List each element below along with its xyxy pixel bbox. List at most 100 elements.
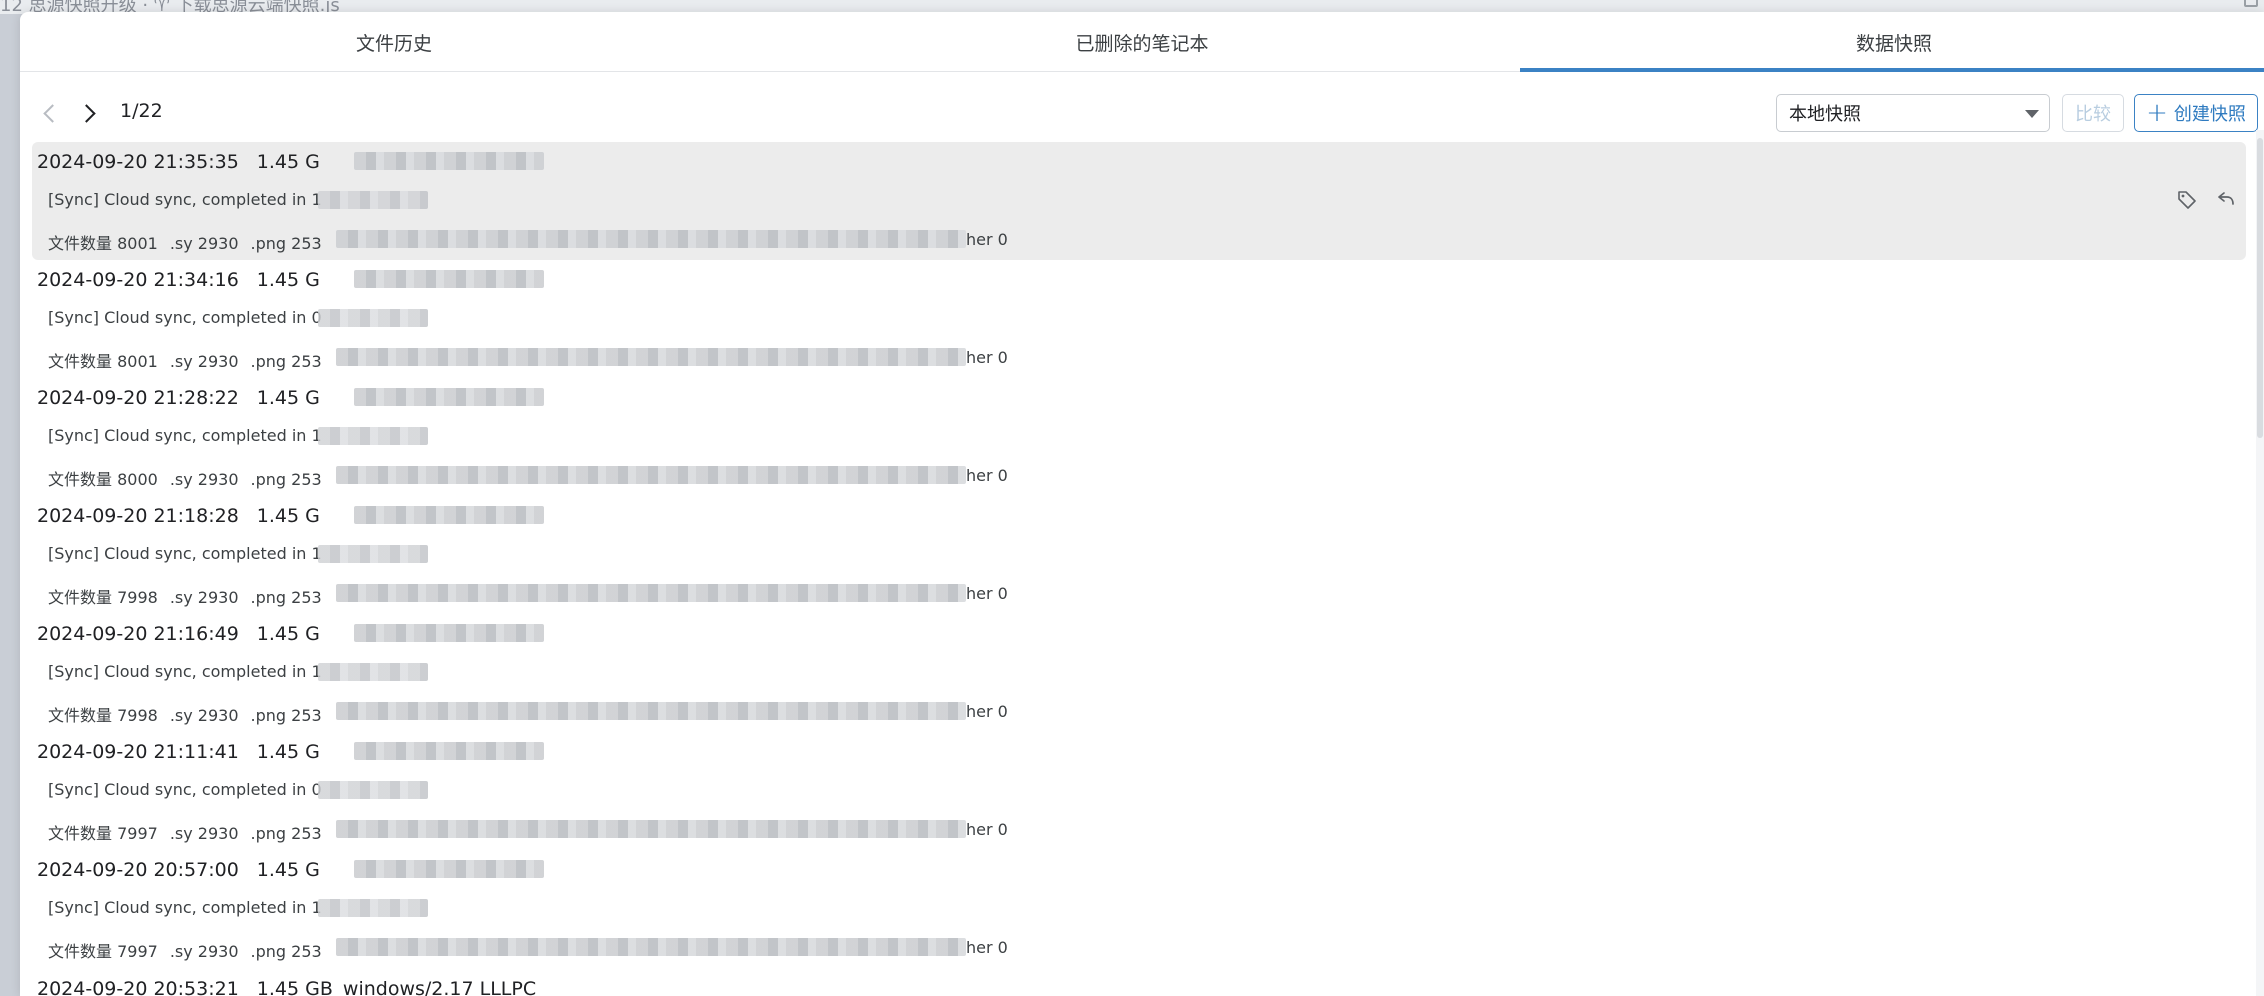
sy-count: .sy 2930 (169, 706, 239, 725)
redacted-duration (318, 545, 428, 563)
png-count: .png 253 (250, 706, 322, 725)
snapshot-size: 1.45 G (256, 151, 320, 173)
snapshot-memo: windows/2.17 LLLPC (342, 978, 537, 996)
redacted-memo (354, 152, 544, 170)
snapshot-size: 1.45 G (256, 623, 320, 645)
redacted-memo (354, 860, 544, 878)
file-count: 文件数量 7998 (48, 588, 158, 607)
redacted-stats (336, 584, 966, 602)
snapshot-sync-message: [Sync] Cloud sync, completed in 1 (48, 898, 322, 917)
other-count: her 0 (966, 938, 1008, 957)
compare-button[interactable]: 比较 (2062, 94, 2124, 132)
sy-count: .sy 2930 (169, 234, 239, 253)
sy-count: .sy 2930 (169, 588, 239, 607)
redacted-memo (354, 388, 544, 406)
snapshot-stats: 文件数量 8000 .sy 2930 .png 253 (48, 466, 334, 490)
snapshot-entry-partial[interactable]: 2024-09-20 20:53:21 1.45 GB windows/2.17 L… (37, 978, 536, 996)
snapshot-entry[interactable]: 2024-09-20 21:11:41 1.45 G [Sync] Cloud s… (32, 732, 2246, 850)
next-page-button[interactable] (74, 98, 104, 128)
snapshot-entry[interactable]: 2024-09-20 21:16:49 1.45 G [Sync] Cloud s… (32, 614, 2246, 732)
snapshot-actions (2176, 188, 2236, 210)
sy-count: .sy 2930 (169, 942, 239, 961)
page-indicator: 1/22 (120, 100, 163, 122)
other-count: her 0 (966, 230, 1008, 249)
other-count: her 0 (966, 820, 1008, 839)
rollback-icon[interactable] (2214, 188, 2236, 210)
snapshot-entry[interactable]: 2024-09-20 21:35:35 1.45 G [Sync] Cloud s… (32, 142, 2246, 260)
other-count: her 0 (966, 466, 1008, 485)
snapshot-header: 2024-09-20 21:11:41 1.45 G (37, 741, 320, 763)
redacted-duration (318, 309, 428, 327)
tab-file-history[interactable]: 文件历史 (20, 12, 768, 72)
repo-select[interactable]: 本地快照 (1776, 94, 2050, 132)
snapshot-header: 2024-09-20 21:16:49 1.45 G (37, 623, 320, 645)
snapshot-time: 2024-09-20 21:11:41 (37, 741, 239, 763)
redacted-memo (354, 742, 544, 760)
snapshot-time: 2024-09-20 20:53:21 (37, 978, 239, 996)
redacted-duration (318, 899, 428, 917)
redacted-stats (336, 820, 966, 838)
list-scrollbar[interactable] (2256, 130, 2264, 996)
other-count: her 0 (966, 702, 1008, 721)
redacted-stats (336, 702, 966, 720)
snapshot-entry[interactable]: 2024-09-20 20:57:00 1.45 G [Sync] Cloud s… (32, 850, 2246, 968)
snapshot-stats: 文件数量 7998 .sy 2930 .png 253 (48, 584, 334, 608)
redacted-duration (318, 191, 428, 209)
tab-deleted-notebooks[interactable]: 已删除的笔记本 (768, 12, 1516, 72)
tab-data-snapshots[interactable]: 数据快照 (1520, 12, 2264, 72)
snapshot-size: 1.45 G (256, 505, 320, 527)
tag-icon[interactable] (2176, 188, 2198, 210)
snapshot-time: 2024-09-20 21:34:16 (37, 269, 239, 291)
plus-icon: + (2146, 98, 2168, 128)
caret-down-icon (2025, 110, 2039, 118)
snapshot-size: 1.45 G (256, 741, 320, 763)
window-restore-icon[interactable] (2244, 0, 2258, 7)
active-tab-indicator (1520, 68, 2264, 72)
snapshot-entry[interactable]: 2024-09-20 21:34:16 1.45 G [Sync] Cloud s… (32, 260, 2246, 378)
png-count: .png 253 (250, 470, 322, 489)
snapshot-size: 1.45 GB (256, 978, 333, 996)
snapshot-entry[interactable]: 2024-09-20 21:28:22 1.45 G [Sync] Cloud s… (32, 378, 2246, 496)
snapshot-stats: 文件数量 7997 .sy 2930 .png 253 (48, 938, 334, 962)
list-scrollbar-thumb[interactable] (2257, 138, 2263, 438)
repo-select-value: 本地快照 (1789, 104, 1861, 125)
redacted-stats (336, 938, 966, 956)
png-count: .png 253 (250, 588, 322, 607)
sy-count: .sy 2930 (169, 352, 239, 371)
create-snapshot-label: 创建快照 (2173, 104, 2246, 125)
snapshot-time: 2024-09-20 21:35:35 (37, 151, 239, 173)
snapshot-header: 2024-09-20 21:28:22 1.45 G (37, 387, 320, 409)
file-count: 文件数量 7997 (48, 824, 158, 843)
snapshot-size: 1.45 G (256, 269, 320, 291)
snapshot-entry[interactable]: 2024-09-20 21:18:28 1.45 G [Sync] Cloud s… (32, 496, 2246, 614)
redacted-stats (336, 466, 966, 484)
file-count: 文件数量 8000 (48, 470, 158, 489)
redacted-duration (318, 663, 428, 681)
redacted-memo (354, 506, 544, 524)
snapshot-header: 2024-09-20 20:57:00 1.45 G (37, 859, 320, 881)
redacted-duration (318, 427, 428, 445)
snapshot-size: 1.45 G (256, 387, 320, 409)
snapshot-sync-message: [Sync] Cloud sync, completed in 0 (48, 780, 322, 799)
sy-count: .sy 2930 (169, 470, 239, 489)
snapshot-stats: 文件数量 8001 .sy 2930 .png 253 (48, 348, 334, 372)
png-count: .png 253 (250, 942, 322, 961)
redacted-memo (354, 270, 544, 288)
snapshot-stats: 文件数量 8001 .sy 2930 .png 253 (48, 230, 334, 254)
prev-page-button[interactable] (34, 98, 64, 128)
snapshot-sync-message: [Sync] Cloud sync, completed in 1 (48, 190, 322, 209)
file-count: 文件数量 7998 (48, 706, 158, 725)
chevron-right-icon (76, 103, 96, 123)
redacted-stats (336, 230, 966, 248)
create-snapshot-button[interactable]: + 创建快照 (2134, 94, 2258, 132)
png-count: .png 253 (250, 234, 322, 253)
png-count: .png 253 (250, 352, 322, 371)
file-count: 文件数量 8001 (48, 234, 158, 253)
png-count: .png 253 (250, 824, 322, 843)
snapshot-time: 2024-09-20 20:57:00 (37, 859, 239, 881)
snapshot-sync-message: [Sync] Cloud sync, completed in 1 (48, 544, 322, 563)
redacted-stats (336, 348, 966, 366)
snapshot-time: 2024-09-20 21:16:49 (37, 623, 239, 645)
snapshot-header: 2024-09-20 21:35:35 1.45 G (37, 151, 320, 173)
snapshot-list[interactable]: 2024-09-20 21:35:35 1.45 G [Sync] Cloud s… (20, 130, 2264, 996)
